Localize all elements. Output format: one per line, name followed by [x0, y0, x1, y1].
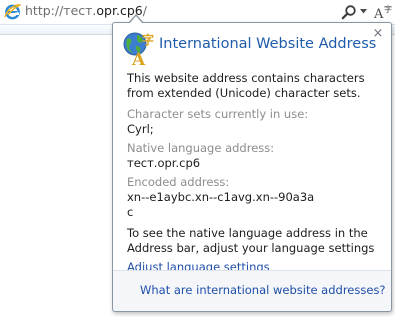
svg-text:A: A: [373, 7, 384, 21]
svg-text:A: A: [131, 50, 146, 67]
address-bar[interactable]: http://тест.opr.cp6/ A 字: [0, 0, 395, 24]
close-button[interactable]: ×: [371, 27, 385, 41]
charsets-value: Cyrl;: [127, 122, 154, 136]
globe-language-icon: 字 A: [123, 32, 154, 67]
language-bar-icon[interactable]: A 字: [373, 3, 393, 21]
internet-explorer-icon: [4, 4, 21, 20]
popup-footer: What are international website addresses…: [113, 270, 391, 311]
chevron-down-icon[interactable]: [360, 9, 367, 14]
popup-body: This website address contains characters…: [127, 71, 385, 275]
popup-pointer-fill: [129, 16, 143, 24]
native-address-label: Native language address:: [127, 141, 275, 155]
popup-title: International Website Address: [159, 36, 377, 52]
encoded-address-value-line2: c: [127, 205, 134, 219]
international-address-popup: 字 A International Website Address × This…: [112, 22, 392, 312]
svg-text:字: 字: [142, 32, 154, 47]
native-address-value: тест.opr.cp6: [127, 156, 201, 170]
charsets-label: Character sets currently in use:: [127, 107, 309, 121]
what-are-international-addresses-link[interactable]: What are international website addresses…: [140, 283, 386, 297]
intro-text: This website address contains characters…: [127, 71, 365, 100]
encoded-address-value-line1: xn--e1aybc.xn--c1avg.xn--90a3a: [127, 190, 315, 204]
svg-text:字: 字: [384, 4, 392, 14]
search-icon[interactable]: [341, 4, 357, 20]
url-subdomain: тест.: [63, 3, 97, 18]
url-scheme: http://: [25, 3, 64, 18]
encoded-address-label: Encoded address:: [127, 175, 230, 189]
hint-text: To see the native language address in th…: [127, 226, 375, 255]
